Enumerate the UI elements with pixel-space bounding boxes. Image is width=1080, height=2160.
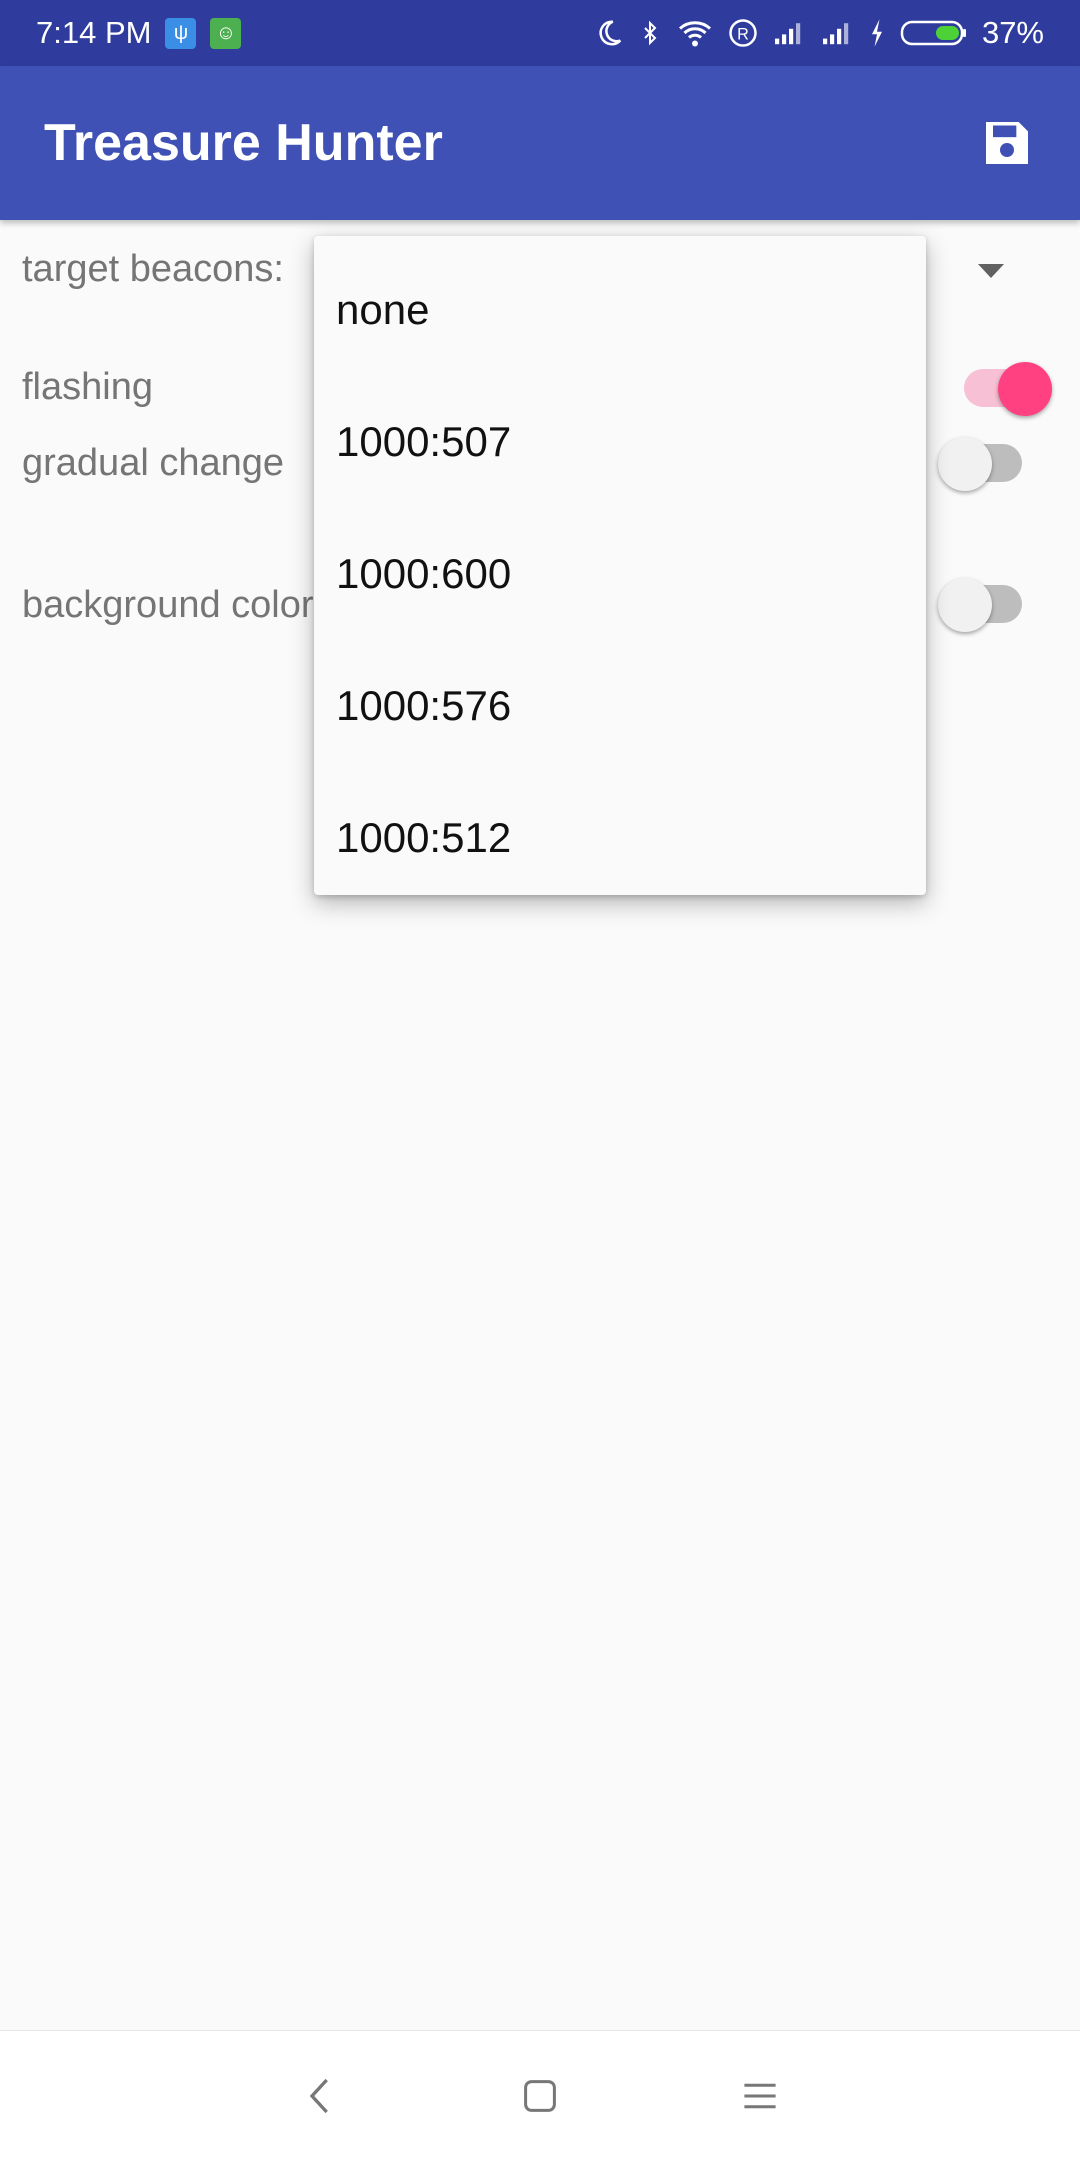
dropdown-option[interactable]: none: [314, 244, 926, 376]
home-icon: [524, 2079, 556, 2112]
status-time: 7:14 PM: [36, 15, 152, 50]
menu-icon: [744, 2083, 776, 2108]
spinner-arrow-icon[interactable]: [976, 262, 1006, 280]
signal-icon: [774, 23, 801, 45]
registered-icon: R: [729, 19, 757, 47]
signal-icon: [822, 23, 849, 45]
svg-text:R: R: [737, 25, 749, 43]
target-beacons-dropdown: none 1000:507 1000:600 1000:576 1000:512: [314, 236, 926, 895]
gradual-change-switch[interactable]: [938, 427, 1028, 491]
gradual-change-label: gradual change: [22, 442, 284, 484]
dropdown-option[interactable]: 1000:507: [314, 376, 926, 508]
bluetooth-icon: [644, 20, 657, 46]
charging-icon: [871, 19, 882, 47]
switch-thumb: [938, 437, 992, 491]
moon-icon: [599, 20, 622, 46]
battery-icon: [900, 20, 966, 46]
app-title: Treasure Hunter: [44, 114, 443, 172]
battery-percent: 37%: [981, 15, 1044, 50]
switch-thumb: [998, 362, 1052, 416]
menu-button[interactable]: [730, 2066, 790, 2126]
wifi-icon: [678, 21, 711, 47]
save-icon: [986, 122, 1028, 164]
target-beacons-label: target beacons:: [22, 248, 284, 290]
flashing-switch[interactable]: [958, 352, 1052, 416]
dropdown-option[interactable]: 1000:600: [314, 508, 926, 640]
home-button[interactable]: [510, 2066, 570, 2126]
flashing-label: flashing: [22, 366, 153, 408]
navigation-bar: [0, 2030, 1080, 2160]
dropdown-option[interactable]: 1000:576: [314, 640, 926, 772]
back-icon: [309, 2078, 328, 2113]
dropdown-option[interactable]: 1000:512: [314, 772, 926, 904]
usb-icon: ψ: [165, 17, 197, 49]
save-button[interactable]: [974, 110, 1040, 176]
background-color-label: background color: [22, 584, 314, 626]
back-button[interactable]: [290, 2066, 350, 2126]
app-bar: Treasure Hunter: [0, 66, 1080, 220]
background-color-switch[interactable]: [938, 568, 1028, 632]
android-icon: ☺: [210, 17, 242, 49]
status-bar: 7:14 PM ψ ☺ R 37%: [0, 0, 1080, 66]
switch-thumb: [938, 578, 992, 632]
